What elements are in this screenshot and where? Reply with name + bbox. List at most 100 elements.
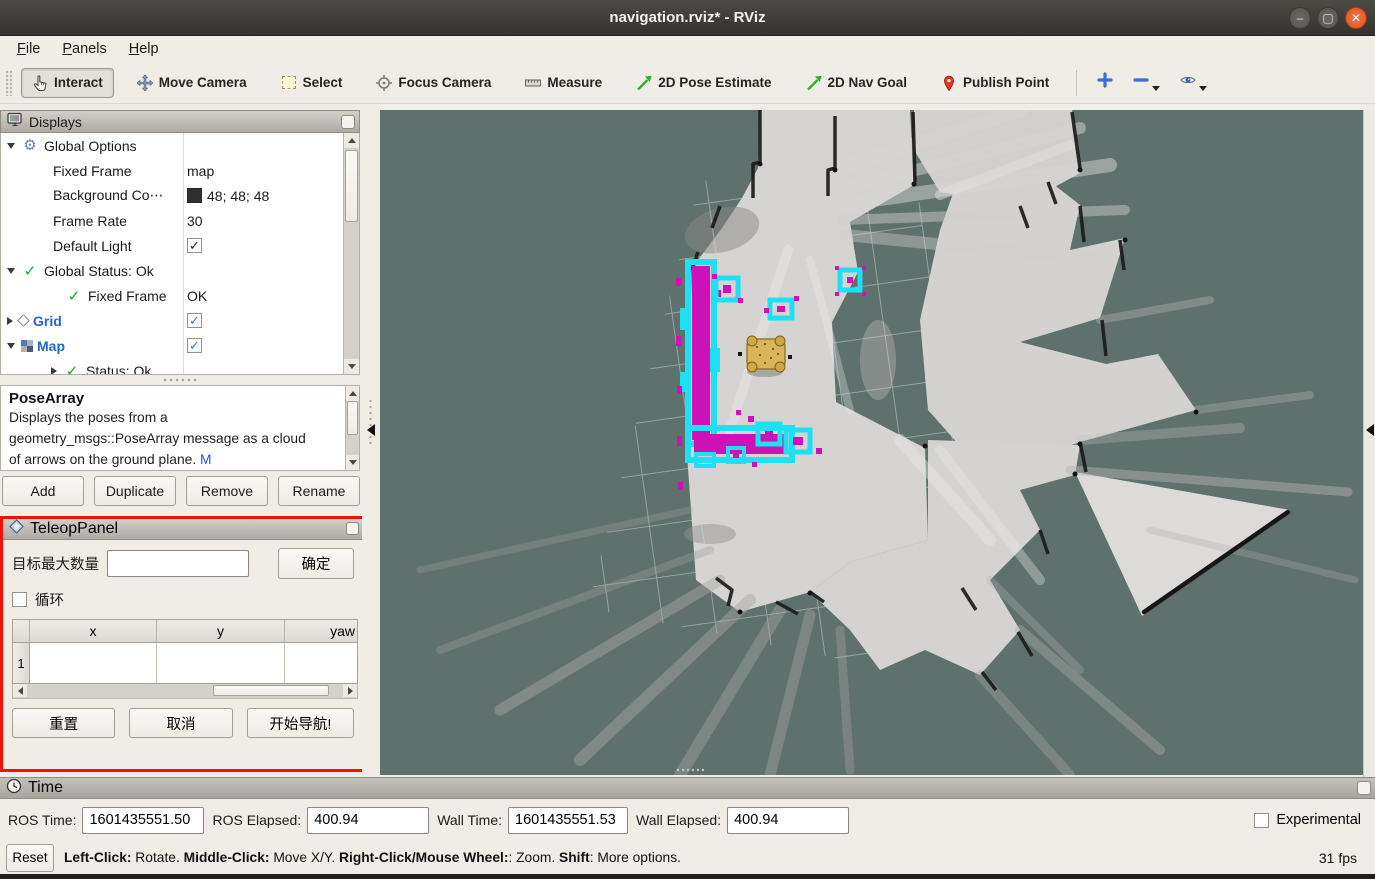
reset-button[interactable]: Reset — [6, 844, 54, 872]
tree-row-fixed-frame[interactable]: Fixed FrameOK — [1, 283, 343, 308]
ros-elapsed-input[interactable] — [307, 807, 429, 834]
window-title: navigation.rviz* - RViz — [609, 9, 765, 26]
wall-elapsed-input[interactable] — [727, 807, 849, 834]
right-panel-splitter[interactable] — [1363, 110, 1375, 777]
scroll-left-icon[interactable] — [13, 684, 27, 697]
tool-publish-point[interactable]: Publish Point — [930, 68, 1060, 98]
max-goal-input[interactable] — [107, 550, 249, 577]
wall-time-label: Wall Time: — [437, 812, 502, 828]
duplicate-button[interactable]: Duplicate — [94, 476, 176, 506]
tree-row-default-light[interactable]: Default Light — [1, 233, 343, 258]
panel-splitter[interactable] — [362, 110, 380, 777]
close-button[interactable]: ✕ — [1345, 7, 1367, 29]
column-header-yaw[interactable]: yaw — [285, 620, 357, 643]
menu-file[interactable]: File — [8, 39, 49, 59]
more-information-link[interactable]: M — [200, 452, 212, 467]
displays-panel-header[interactable]: Displays — [0, 110, 360, 133]
scroll-right-icon[interactable] — [343, 684, 357, 697]
table-horizontal-scrollbar[interactable] — [12, 684, 358, 699]
toolbar-grip[interactable] — [5, 70, 12, 96]
tree-label: Grid — [33, 313, 62, 329]
wall-time-input[interactable] — [508, 807, 628, 834]
color-swatch[interactable] — [187, 188, 202, 203]
tree-row-map[interactable]: Map — [1, 333, 343, 358]
tool-focus-camera[interactable]: Focus Camera — [365, 68, 502, 98]
tree-row-global-options[interactable]: Global Options — [1, 133, 343, 158]
zoom-in-button[interactable] — [1091, 68, 1119, 97]
column-header-y[interactable]: y — [157, 620, 285, 643]
add-button[interactable]: Add — [2, 476, 84, 506]
collapse-left-icon[interactable] — [367, 424, 375, 436]
render-viewport[interactable] — [380, 110, 1363, 775]
scroll-up-icon[interactable] — [346, 386, 359, 401]
window-bottom-edge — [0, 874, 1375, 879]
teleop-panel-header[interactable]: TeleopPanel — [3, 519, 363, 540]
chevron-down-icon[interactable] — [1199, 86, 1207, 91]
tree-row-fixed-frame[interactable]: Fixed Framemap — [1, 158, 343, 183]
tree-row-frame-rate[interactable]: Frame Rate30 — [1, 208, 343, 233]
tree-label: Fixed Frame — [53, 163, 132, 179]
expander-down-icon[interactable] — [7, 268, 15, 274]
expander-down-icon[interactable] — [7, 343, 15, 349]
expander-down-icon[interactable] — [7, 143, 15, 149]
checkbox[interactable] — [187, 238, 202, 253]
expander-right-icon[interactable] — [51, 367, 57, 375]
tool-label: 2D Pose Estimate — [658, 75, 771, 90]
minimize-button[interactable]: – — [1289, 7, 1311, 29]
clock-icon — [6, 778, 22, 799]
experimental-checkbox[interactable] — [1254, 813, 1269, 828]
scroll-up-icon[interactable] — [344, 133, 359, 148]
table-cell-y[interactable] — [157, 643, 285, 683]
tool-2d-nav-goal[interactable]: 2D Nav Goal — [795, 68, 919, 98]
tree-row-global-status-ok[interactable]: Global Status: Ok — [1, 258, 343, 283]
tree-row-status-ok[interactable]: Status: Ok — [1, 358, 343, 375]
tool-2d-pose-estimate[interactable]: 2D Pose Estimate — [625, 68, 782, 98]
column-header-x[interactable]: x — [30, 620, 157, 643]
table-corner — [13, 620, 30, 643]
tree-row-background-co-[interactable]: Background Co⋯48; 48; 48 — [1, 183, 343, 208]
titlebar: navigation.rviz* - RViz – ▢ ✕ — [0, 0, 1375, 36]
confirm-button[interactable]: 确定 — [278, 548, 354, 579]
loop-checkbox[interactable] — [12, 592, 27, 607]
tool-measure[interactable]: Measure — [514, 68, 613, 98]
description-line: of arrows on the ground plane. M — [9, 449, 337, 470]
scrollbar-thumb[interactable] — [345, 150, 358, 222]
float-button[interactable] — [346, 522, 359, 535]
cancel-button[interactable]: 取消 — [129, 708, 232, 738]
maximize-button[interactable]: ▢ — [1317, 7, 1339, 29]
row-header[interactable]: 1 — [13, 643, 30, 683]
chevron-down-icon[interactable] — [1152, 86, 1160, 91]
displays-scrollbar[interactable] — [343, 133, 359, 374]
tool-select[interactable]: Select — [270, 68, 354, 98]
checkbox[interactable] — [187, 313, 202, 328]
float-button[interactable] — [341, 115, 355, 129]
tree-row-grid[interactable]: Grid — [1, 308, 343, 333]
description-scrollbar[interactable] — [345, 386, 359, 470]
splitter-grip[interactable] — [369, 398, 372, 444]
table-cell-yaw[interactable] — [285, 643, 357, 683]
tool-move-camera[interactable]: Move Camera — [126, 68, 258, 98]
scroll-down-icon[interactable] — [344, 359, 359, 374]
scrollbar-thumb[interactable] — [347, 401, 358, 435]
expander-right-icon[interactable] — [7, 317, 13, 325]
panel-resize-handle[interactable] — [0, 375, 362, 385]
zoom-out-button[interactable] — [1127, 68, 1166, 97]
collapse-left-icon[interactable] — [1366, 424, 1374, 436]
tool-interact[interactable]: Interact — [21, 68, 114, 98]
table-cell-x[interactable] — [30, 643, 157, 683]
view-button[interactable] — [1174, 68, 1213, 97]
check-icon — [63, 362, 81, 376]
rename-button[interactable]: Rename — [278, 476, 360, 506]
time-panel-header[interactable]: Time — [0, 777, 1375, 799]
scrollbar-thumb[interactable] — [213, 685, 330, 696]
checkbox[interactable] — [187, 338, 202, 353]
reset-goals-button[interactable]: 重置 — [12, 708, 115, 738]
ros-time-input[interactable] — [82, 807, 204, 834]
menu-panels[interactable]: Panels — [53, 39, 115, 59]
start-navigation-button[interactable]: 开始导航! — [247, 708, 354, 738]
remove-button[interactable]: Remove — [186, 476, 268, 506]
teleop-panel-title: TeleopPanel — [30, 520, 118, 538]
scroll-down-icon[interactable] — [346, 455, 359, 470]
float-button[interactable] — [1357, 781, 1371, 795]
menu-help[interactable]: Help — [120, 39, 168, 59]
